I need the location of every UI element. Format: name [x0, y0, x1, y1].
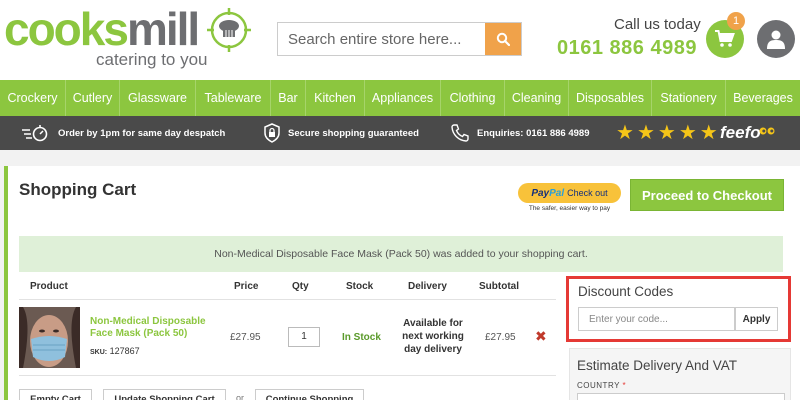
- star-icon: ★: [616, 122, 634, 144]
- table-divider: [19, 299, 556, 300]
- discount-title: Discount Codes: [578, 284, 674, 299]
- column-header-qty: Qty: [292, 281, 309, 292]
- star-icon: ★: [636, 122, 655, 144]
- product-price: £27.95: [230, 332, 261, 343]
- cart-count-badge: 1: [727, 12, 745, 30]
- search-button[interactable]: [485, 23, 521, 55]
- nav-item-crockery[interactable]: Crockery: [0, 80, 66, 116]
- shield-lock-icon: [264, 123, 280, 143]
- update-cart-button[interactable]: Update Shopping Cart: [103, 389, 226, 400]
- search-bar: [277, 22, 522, 56]
- paypal-pal-text: Pal: [549, 187, 565, 199]
- country-label-text: COUNTRY: [577, 381, 620, 390]
- logo-cooks-text: cooks: [4, 3, 129, 55]
- nav-item-stationery[interactable]: Stationery: [652, 80, 726, 116]
- discount-codes-box: Discount Codes Apply: [566, 276, 791, 342]
- paypal-note: The safer, easier way to pay: [528, 205, 611, 212]
- info-strip: Order by 1pm for same day despatch Secur…: [0, 116, 800, 150]
- star-icon: ★: [657, 122, 676, 144]
- call-us-label: Call us today: [614, 16, 701, 33]
- site-header: cooksmill catering to you Call us today …: [0, 0, 800, 80]
- country-select[interactable]: [577, 393, 785, 400]
- stock-status: In Stock: [342, 332, 381, 343]
- enquiries-info: Enquiries: 0161 886 4989: [451, 116, 590, 150]
- discount-code-input[interactable]: [578, 307, 735, 331]
- phone-icon: [451, 124, 469, 142]
- delivery-info: Available for next working day delivery: [402, 318, 464, 355]
- nav-item-beverages[interactable]: Beverages: [726, 80, 800, 116]
- page-title: Shopping Cart: [19, 180, 137, 199]
- nav-item-cleaning[interactable]: Cleaning: [505, 80, 569, 116]
- apply-discount-button[interactable]: Apply: [735, 307, 778, 331]
- nav-item-disposables[interactable]: Disposables: [569, 80, 652, 116]
- star-icon: ★: [678, 122, 697, 144]
- face-mask-photo: [19, 307, 80, 368]
- stopwatch-icon: [22, 125, 48, 142]
- success-message: Non-Medical Disposable Face Mask (Pack 5…: [19, 236, 783, 272]
- remove-item-icon[interactable]: ✖: [535, 328, 547, 345]
- account-button[interactable]: [757, 20, 795, 58]
- continue-shopping-button[interactable]: Continue Shopping: [255, 389, 364, 400]
- star-icon: ★: [699, 122, 718, 144]
- rating-stars: ★ ★ ★ ★ ★: [616, 121, 718, 145]
- country-label: COUNTRY *: [577, 381, 626, 390]
- logo-tagline: catering to you: [96, 50, 208, 69]
- or-separator: or: [236, 393, 245, 400]
- product-image[interactable]: [19, 307, 80, 368]
- secure-text: Secure shopping guaranteed: [288, 127, 419, 139]
- paypal-pay-text: Pay: [531, 187, 550, 199]
- chef-hat-icon: [207, 8, 251, 52]
- feefo-eyes-icon: [759, 127, 775, 135]
- sku-label: SKU:: [90, 349, 108, 356]
- column-header-price: Price: [234, 281, 259, 292]
- nav-item-cutlery[interactable]: Cutlery: [66, 80, 120, 116]
- proceed-to-checkout-button[interactable]: Proceed to Checkout: [630, 179, 784, 211]
- feefo-logo[interactable]: feefo: [720, 123, 761, 143]
- column-header-subtotal: Subtotal: [479, 281, 519, 292]
- estimate-title: Estimate Delivery And VAT: [577, 358, 738, 373]
- column-header-delivery: Delivery: [408, 281, 447, 292]
- cooksmill-logo[interactable]: cooksmill catering to you: [4, 6, 254, 72]
- logo-wordmark: cooksmill: [4, 3, 200, 55]
- column-header-product: Product: [30, 281, 68, 292]
- search-icon: [496, 32, 510, 46]
- user-icon: [767, 30, 785, 49]
- estimate-delivery-box: Estimate Delivery And VAT COUNTRY *: [569, 348, 791, 400]
- category-nav: Crockery Cutlery Glassware Tableware Bar…: [0, 80, 800, 116]
- product-subtotal: £27.95: [485, 332, 516, 343]
- nav-item-bar[interactable]: Bar: [271, 80, 306, 116]
- table-divider: [19, 375, 556, 376]
- quantity-input[interactable]: 1: [288, 327, 320, 347]
- secure-info: Secure shopping guaranteed: [264, 116, 419, 150]
- phone-number[interactable]: 0161 886 4989: [557, 37, 697, 60]
- paypal-checkout-button[interactable]: Pay Pal Check out The safer, easier way t…: [518, 183, 621, 215]
- required-mark: *: [622, 381, 627, 390]
- despatch-text: Order by 1pm for same day despatch: [58, 127, 226, 139]
- nav-item-appliances[interactable]: Appliances: [365, 80, 441, 116]
- product-name-link[interactable]: Non-Medical Disposable Face Mask (Pack 5…: [90, 316, 220, 340]
- column-header-stock: Stock: [346, 281, 374, 292]
- nav-item-tableware[interactable]: Tableware: [196, 80, 271, 116]
- nav-item-kitchen[interactable]: Kitchen: [306, 80, 365, 116]
- shopping-cart-icon: [715, 30, 735, 47]
- nav-item-clothing[interactable]: Clothing: [441, 80, 505, 116]
- product-sku: SKU: 127867: [90, 346, 140, 356]
- enquiries-text: Enquiries: 0161 886 4989: [477, 127, 590, 139]
- paypal-checkout-text: Check out: [567, 188, 608, 198]
- empty-cart-button[interactable]: Empty Cart: [19, 389, 92, 400]
- paypal-pill: Pay Pal Check out: [518, 183, 621, 203]
- search-input[interactable]: [278, 23, 485, 55]
- despatch-info: Order by 1pm for same day despatch: [22, 116, 225, 150]
- sku-value: 127867: [109, 346, 140, 356]
- nav-item-glassware[interactable]: Glassware: [120, 80, 196, 116]
- logo-mill-text: mill: [126, 3, 200, 55]
